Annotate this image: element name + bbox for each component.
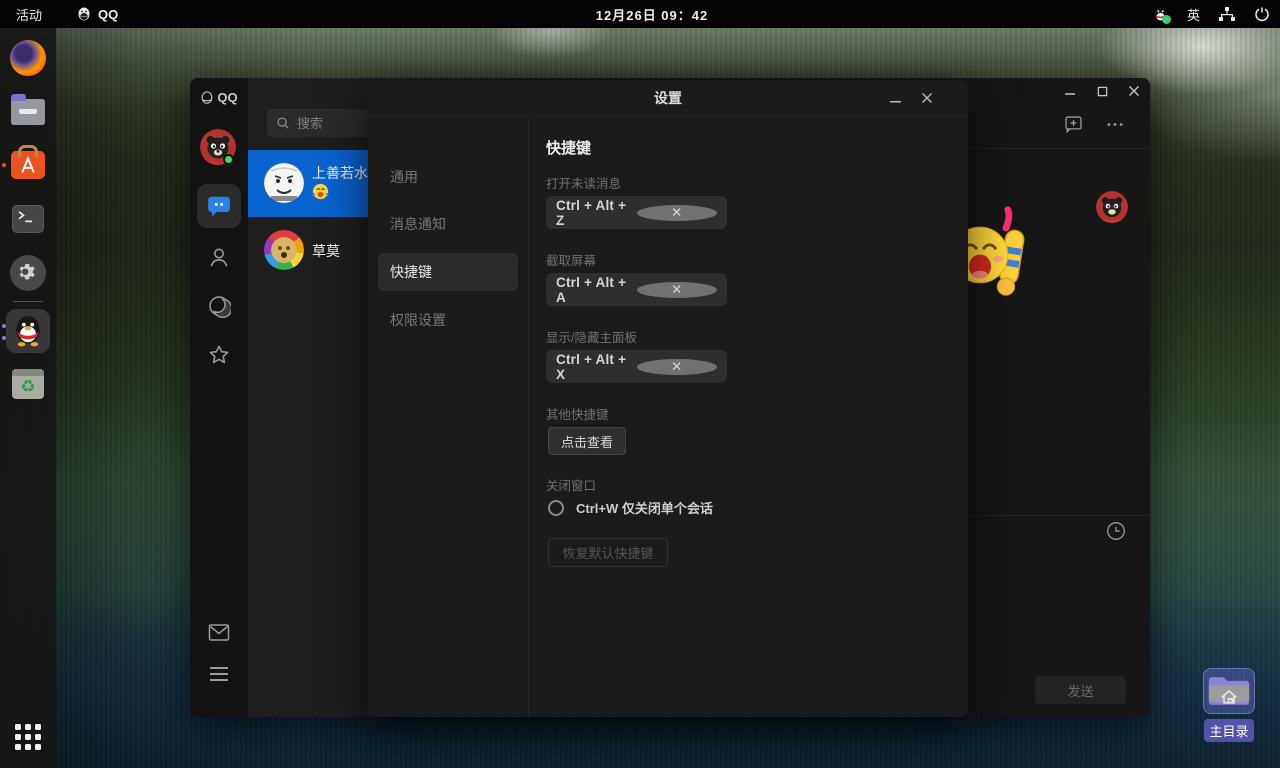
- contacts-person-icon: [210, 248, 228, 267]
- settings-nav-shortcuts[interactable]: 快捷键: [378, 253, 518, 291]
- view-other-shortcuts-button[interactable]: 点击查看: [548, 427, 626, 455]
- shortcut-label: 显示/隐藏主面板: [546, 331, 637, 345]
- chat-last-message-sticker: [312, 183, 329, 200]
- shortcut-input-screenshot[interactable]: Ctrl + Alt + A ✕: [546, 273, 727, 306]
- radio-label: Ctrl+W 仅关闭单个会话: [576, 501, 713, 516]
- files-icon: [11, 94, 45, 125]
- ubuntu-software-icon: [11, 145, 45, 179]
- send-button[interactable]: 发送: [1035, 676, 1126, 704]
- dock-firefox[interactable]: [9, 39, 47, 77]
- gnome-top-bar: 活动 QQ 12月26日 09：42 英: [0, 0, 1280, 28]
- dock-separator: [13, 301, 43, 302]
- sidebar-tab-favorites[interactable]: [207, 343, 231, 367]
- qq-penguin-icon: [76, 6, 92, 22]
- dock-settings[interactable]: [9, 254, 47, 292]
- sidebar-tab-contacts[interactable]: [207, 245, 231, 269]
- shortcut-input-open-unread[interactable]: Ctrl + Alt + Z ✕: [546, 196, 727, 229]
- restore-defaults-button[interactable]: 恢复默认快捷键: [548, 538, 668, 567]
- sidebar-tab-moments[interactable]: [207, 294, 231, 318]
- radio-button[interactable]: [548, 499, 564, 516]
- content-heading: 快捷键: [546, 140, 592, 157]
- chat-avatar-meme-face: [264, 163, 304, 203]
- updater-icon: [12, 369, 44, 399]
- sidebar-tab-messages[interactable]: [197, 184, 241, 228]
- clock-menu[interactable]: 12月26日 09：42: [596, 5, 708, 24]
- chat-name: 上善若水: [312, 165, 368, 181]
- message-sender-avatar[interactable]: [1096, 191, 1128, 223]
- settings-nav-notifications[interactable]: 消息通知: [378, 205, 518, 243]
- star-icon: [209, 345, 229, 364]
- shortcut-value: Ctrl + Alt + Z: [556, 197, 627, 228]
- chat-avatar-rainbow-doge: [264, 230, 304, 270]
- other-shortcuts-label: 其他快捷键: [546, 408, 609, 422]
- settings-dialog: 设置 通用 消息通知 快捷键 权限设置 快捷键 打开未读消息 Ctrl + Al…: [368, 80, 968, 717]
- window-maximize-button[interactable]: [1094, 83, 1110, 99]
- mail-icon: [208, 624, 230, 641]
- qq-penguin-icon: [16, 316, 40, 347]
- qq-logo-text: QQ: [217, 90, 238, 105]
- shortcut-label: 截取屏幕: [546, 254, 597, 268]
- input-method-indicator[interactable]: 英: [1187, 5, 1200, 24]
- clear-shortcut-icon[interactable]: ✕: [636, 204, 717, 221]
- settings-nav-general[interactable]: 通用: [378, 158, 518, 196]
- home-folder-icon: [1208, 677, 1250, 705]
- search-icon: [277, 117, 289, 129]
- settings-gear-icon: [10, 255, 46, 291]
- dock-software-updater[interactable]: [9, 365, 47, 403]
- shortcut-value: Ctrl + Alt + A: [556, 274, 627, 305]
- qq-logo: QQ: [190, 90, 248, 105]
- focused-app-menu[interactable]: QQ: [76, 6, 118, 22]
- home-folder-label: 主目录: [1204, 719, 1254, 742]
- shortcut-value: Ctrl + Alt + X: [556, 351, 627, 382]
- focused-app-name: QQ: [98, 6, 119, 22]
- settings-nav: 通用 消息通知 快捷键 权限设置: [368, 117, 529, 717]
- moon-circle-icon: [209, 296, 231, 318]
- online-status-dot: [223, 154, 234, 165]
- window-minimize-button[interactable]: [1062, 83, 1078, 99]
- close-window-label: 关闭窗口: [546, 479, 597, 493]
- clear-shortcut-icon[interactable]: ✕: [636, 281, 717, 298]
- create-chat-icon[interactable]: [1063, 114, 1084, 135]
- sidebar-mail-button[interactable]: [207, 621, 231, 645]
- power-icon[interactable]: [1254, 6, 1270, 22]
- qq-tray-icon[interactable]: [1152, 6, 1171, 24]
- dialog-titlebar: 设置: [368, 80, 968, 116]
- more-options-icon[interactable]: [1104, 114, 1126, 135]
- shortcut-input-toggle-panel[interactable]: Ctrl + Alt + X ✕: [546, 350, 727, 383]
- tray-status-dot: [1161, 14, 1171, 24]
- terminal-icon: [12, 205, 44, 233]
- qq-penguin-outline-icon: [202, 90, 213, 104]
- sidebar-menu-button[interactable]: [207, 662, 231, 686]
- settings-content: 快捷键 打开未读消息 Ctrl + Alt + Z ✕ 截取屏幕 Ctrl + …: [529, 117, 968, 717]
- dock-qq[interactable]: [6, 309, 50, 353]
- dock-terminal[interactable]: [9, 200, 47, 238]
- dock-files[interactable]: [9, 93, 47, 131]
- desktop-home-folder[interactable]: 主目录: [1203, 668, 1255, 742]
- chat-name: 草莫: [312, 243, 340, 259]
- dock-ubuntu-software[interactable]: [9, 145, 47, 184]
- dialog-close-button[interactable]: [918, 89, 936, 107]
- qq-sidebar: QQ: [190, 78, 248, 717]
- firefox-icon: [10, 40, 46, 76]
- activities-button[interactable]: 活动: [16, 5, 42, 24]
- shortcut-label: 打开未读消息: [546, 177, 622, 191]
- network-icon[interactable]: [1218, 6, 1236, 22]
- window-close-button[interactable]: [1126, 83, 1142, 99]
- message-history-icon[interactable]: [1105, 520, 1127, 542]
- dialog-minimize-button[interactable]: [886, 89, 904, 107]
- show-applications-button[interactable]: [15, 724, 41, 750]
- close-window-option-row[interactable]: Ctrl+W 仅关闭单个会话: [548, 498, 713, 517]
- dock-running-dot: [2, 163, 6, 167]
- clear-shortcut-icon[interactable]: ✕: [636, 358, 717, 375]
- dock: [0, 28, 56, 768]
- desktop: 活动 QQ 12月26日 09：42 英 ♻ QQ 搜索 上善若水 草莫 发送 …: [0, 0, 1280, 768]
- dialog-title: 设置: [654, 90, 682, 106]
- settings-nav-permissions[interactable]: 权限设置: [378, 301, 518, 339]
- hamburger-menu-icon: [210, 667, 228, 681]
- chat-bubble-icon: [208, 196, 230, 217]
